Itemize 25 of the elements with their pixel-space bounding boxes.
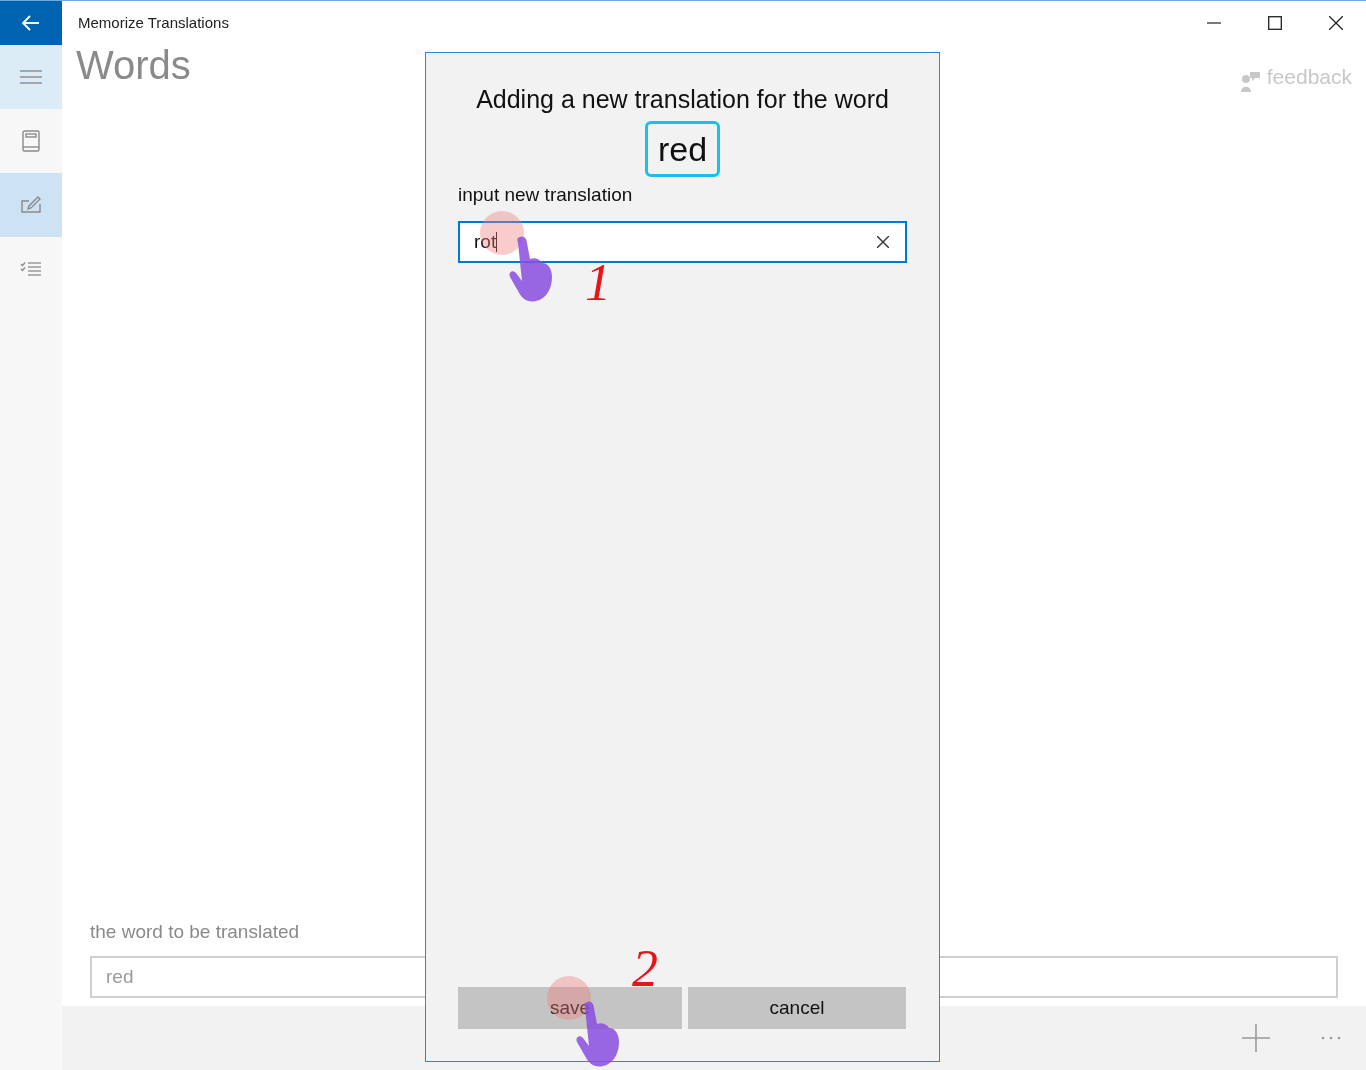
nav-item[interactable] [0,109,62,173]
nav-item[interactable] [0,237,62,301]
checklist-icon [20,261,42,277]
field-label: the word to be translated [90,919,301,944]
window-title: Memorize Translations [78,12,229,33]
maximize-icon [1267,16,1282,30]
more-icon [1321,1036,1341,1040]
book-icon [21,130,41,152]
back-button[interactable] [0,1,62,45]
nav-item[interactable] [0,173,62,237]
clear-icon [877,236,889,248]
minimize-icon [1206,22,1221,24]
add-icon [1242,1024,1270,1052]
cancel-button[interactable]: cancel [688,987,906,1029]
word-highlight: red [644,120,721,177]
menu-button[interactable] [0,45,62,109]
edit-icon [20,196,42,214]
translation-field[interactable]: rot [458,221,907,263]
field-label: input new translation [458,182,634,207]
menu-icon [20,70,42,84]
back-arrow-icon [22,15,40,31]
dialog-heading: Adding a new translation for the word [475,84,890,115]
person-chat-icon [1240,70,1261,93]
page-title: Words [76,45,191,85]
close-icon [1328,16,1343,30]
